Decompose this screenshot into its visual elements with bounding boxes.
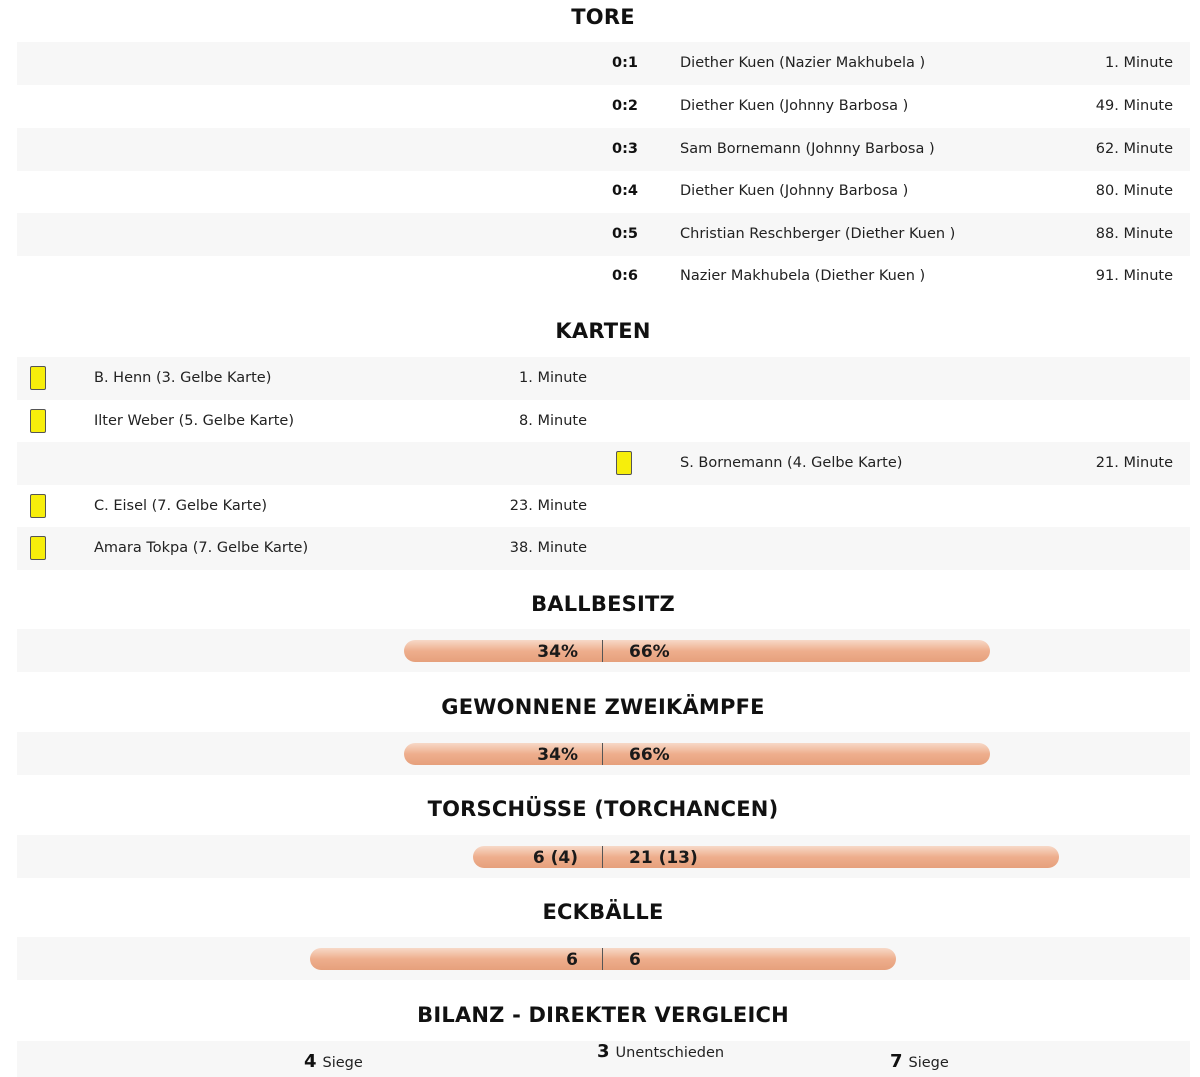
goal-scorer: Nazier Makhubela (Diether Kuen ) <box>680 268 926 284</box>
stat-row-ballbesitz: 34% 66% <box>17 629 1190 672</box>
card-row: S. Bornemann (4. Gelbe Karte) 21. Minute <box>17 442 1190 485</box>
card-player: Amara Tokpa (7. Gelbe Karte) <box>94 540 309 556</box>
goal-score: 0:5 <box>612 226 638 242</box>
section-title-zweikaempfe: GEWONNENE ZWEIKÄMPFE <box>441 695 765 719</box>
goal-minute: 49. Minute <box>1095 98 1173 114</box>
zweikaempfe-bar <box>404 743 990 765</box>
eckbaelle-bar <box>310 948 896 970</box>
card-row: Ilter Weber (5. Gelbe Karte) 8. Minute <box>17 400 1190 443</box>
bilanz-away-wins-count: 7 <box>890 1051 903 1072</box>
goal-minute: 88. Minute <box>1095 226 1173 242</box>
ballbesitz-away-value: 66% <box>629 642 670 662</box>
bilanz-home-wins-label: Siege <box>322 1055 363 1071</box>
card-minute: 38. Minute <box>509 540 587 556</box>
goal-scorer: Diether Kuen (Nazier Makhubela ) <box>680 55 926 71</box>
goal-row: 0:3 Sam Bornemann (Johnny Barbosa ) 62. … <box>17 128 1190 171</box>
section-title-tore: TORE <box>571 5 635 29</box>
goal-score: 0:1 <box>612 55 638 71</box>
stat-row-eckbaelle: 6 6 <box>17 937 1190 980</box>
goal-scorer: Christian Reschberger (Diether Kuen ) <box>680 226 956 242</box>
stat-divider <box>602 640 603 662</box>
bilanz-away-wins: 7 Siege <box>890 1051 949 1072</box>
card-minute: 8. Minute <box>519 413 587 429</box>
bilanz-draws: 3 Unentschieden <box>597 1041 724 1062</box>
eckbaelle-home-value: 6 <box>566 950 578 970</box>
stat-divider <box>602 948 603 970</box>
ballbesitz-bar <box>404 640 990 662</box>
torschuesse-home-value: 6 (4) <box>532 848 578 868</box>
yellow-card-icon <box>616 451 632 475</box>
card-minute: 23. Minute <box>509 498 587 514</box>
goal-minute: 1. Minute <box>1105 55 1173 71</box>
bilanz-row: 4 Siege 3 Unentschieden 7 Siege <box>17 1041 1190 1077</box>
stat-divider <box>602 743 603 765</box>
card-row: C. Eisel (7. Gelbe Karte) 23. Minute <box>17 485 1190 528</box>
goal-score: 0:4 <box>612 183 638 199</box>
card-player: S. Bornemann (4. Gelbe Karte) <box>680 455 903 471</box>
goal-row: 0:5 Christian Reschberger (Diether Kuen … <box>17 213 1190 256</box>
section-title-karten: KARTEN <box>555 319 651 343</box>
bilanz-home-wins: 4 Siege <box>304 1051 363 1072</box>
goal-row: 0:2 Diether Kuen (Johnny Barbosa ) 49. M… <box>17 85 1190 128</box>
card-player: B. Henn (3. Gelbe Karte) <box>94 370 272 386</box>
goal-score: 0:3 <box>612 141 638 157</box>
card-row: B. Henn (3. Gelbe Karte) 1. Minute <box>17 357 1190 400</box>
goal-row: 0:1 Diether Kuen (Nazier Makhubela ) 1. … <box>17 42 1190 85</box>
goal-scorer: Diether Kuen (Johnny Barbosa ) <box>680 98 909 114</box>
goal-scorer: Sam Bornemann (Johnny Barbosa ) <box>680 141 935 157</box>
card-player: Ilter Weber (5. Gelbe Karte) <box>94 413 294 429</box>
section-title-ballbesitz: BALLBESITZ <box>531 592 675 616</box>
card-row: Amara Tokpa (7. Gelbe Karte) 38. Minute <box>17 527 1190 570</box>
card-minute: 1. Minute <box>519 370 587 386</box>
stat-row-zweikaempfe: 34% 66% <box>17 732 1190 775</box>
bilanz-draws-label: Unentschieden <box>615 1045 725 1061</box>
goal-minute: 91. Minute <box>1095 268 1173 284</box>
section-title-torschuesse: TORSCHÜSSE (TORCHANCEN) <box>427 797 779 821</box>
goal-row: 0:6 Nazier Makhubela (Diether Kuen ) 91.… <box>17 255 1190 298</box>
goal-row: 0:4 Diether Kuen (Johnny Barbosa ) 80. M… <box>17 170 1190 213</box>
goal-score: 0:2 <box>612 98 638 114</box>
zweikaempfe-home-value: 34% <box>537 745 578 765</box>
ballbesitz-home-value: 34% <box>537 642 578 662</box>
yellow-card-icon <box>30 536 46 560</box>
yellow-card-icon <box>30 366 46 390</box>
card-minute: 21. Minute <box>1095 455 1173 471</box>
goal-score: 0:6 <box>612 268 638 284</box>
bilanz-draws-count: 3 <box>597 1041 610 1062</box>
section-title-eckbaelle: ECKBÄLLE <box>542 900 664 924</box>
stat-row-torschuesse: 6 (4) 21 (13) <box>17 835 1190 878</box>
card-player: C. Eisel (7. Gelbe Karte) <box>94 498 268 514</box>
bilanz-away-wins-label: Siege <box>908 1055 949 1071</box>
goal-scorer: Diether Kuen (Johnny Barbosa ) <box>680 183 909 199</box>
torschuesse-away-value: 21 (13) <box>629 848 698 868</box>
zweikaempfe-away-value: 66% <box>629 745 670 765</box>
yellow-card-icon <box>30 494 46 518</box>
goal-minute: 80. Minute <box>1095 183 1173 199</box>
eckbaelle-away-value: 6 <box>629 950 641 970</box>
bilanz-home-wins-count: 4 <box>304 1051 317 1072</box>
section-title-bilanz: BILANZ - DIREKTER VERGLEICH <box>417 1003 789 1027</box>
stat-divider <box>602 846 603 868</box>
goal-minute: 62. Minute <box>1095 141 1173 157</box>
yellow-card-icon <box>30 409 46 433</box>
